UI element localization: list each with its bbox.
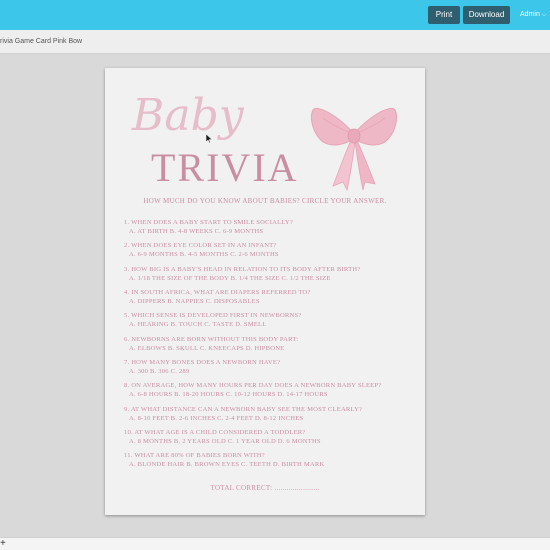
question-options: A. BLONDE HAIR B. BROWN EYES C. TEETH D.…: [129, 461, 325, 468]
question-item: 9. AT WHAT DISTANCE CAN A NEWBORN BABY S…: [124, 405, 362, 423]
document-title: rivia Game Card Pink Bow: [0, 38, 83, 45]
question-text: 5. WHICH SENSE IS DEVELOPED FIRST IN NEW…: [124, 312, 302, 319]
question-options: A. AT BIRTH B. 4-8 WEEKS C. 6-9 MONTHS: [129, 228, 264, 235]
question-item: 11. WHAT ARE 80% OF BABIES BORN WITH? A.…: [124, 451, 324, 469]
question-item: 2. WHEN DOES EYE COLOR SET IN AN INFANT?…: [124, 241, 279, 259]
question-text: 6. NEWBORNS ARE BORN WITHOUT THIS BODY P…: [124, 336, 299, 343]
user-menu[interactable]: Admin ⌵: [520, 6, 546, 24]
question-text: 3. HOW BIG IS A BABY'S HEAD IN RELATION …: [124, 266, 361, 273]
top-toolbar: Print Download Admin ⌵: [0, 0, 550, 30]
print-button[interactable]: Print: [428, 6, 460, 24]
user-menu-label: Admin: [520, 11, 540, 18]
question-text: 9. AT WHAT DISTANCE CAN A NEWBORN BABY S…: [124, 406, 363, 413]
question-text: 1. WHEN DOES A BABY START TO SMILE SOCIA…: [124, 219, 293, 226]
question-options: A. 1/18 THE SIZE OF THE BODY B. 1/4 THE …: [129, 275, 331, 282]
heading-script: Baby: [132, 90, 244, 141]
question-item: 8. ON AVERAGE, HOW MANY HOURS PER DAY DO…: [124, 381, 381, 399]
plus-icon[interactable]: +: [0, 538, 6, 550]
card-subtitle: HOW MUCH DO YOU KNOW ABOUT BABIES? CIRCL…: [143, 197, 387, 205]
question-options: A. 8-10 FEET B. 2-6 INCHES C. 2-4 FEET D…: [129, 415, 304, 422]
question-text: 10. AT WHAT AGE IS A CHILD CONSIDERED A …: [124, 429, 306, 436]
question-options: A. ELBOWS B. SKULL C. KNEECAPS D. HIPBON…: [129, 345, 285, 352]
question-item: 1. WHEN DOES A BABY START TO SMILE SOCIA…: [124, 218, 293, 236]
question-text: 2. WHEN DOES EYE COLOR SET IN AN INFANT?: [124, 242, 277, 249]
question-item: 5. WHICH SENSE IS DEVELOPED FIRST IN NEW…: [124, 311, 301, 329]
heading-main: TRIVIA: [151, 145, 299, 190]
question-item: 7. HOW MANY BONES DOES A NEWBORN HAVE? A…: [124, 358, 280, 376]
question-text: 8. ON AVERAGE, HOW MANY HOURS PER DAY DO…: [124, 382, 382, 389]
question-text: 11. WHAT ARE 80% OF BABIES BORN WITH?: [124, 452, 265, 459]
question-text: 7. HOW MANY BONES DOES A NEWBORN HAVE?: [124, 359, 281, 366]
pink-bow-icon: [310, 108, 398, 191]
question-options: A. HEARING B. TOUCH C. TASTE D. SMELL: [129, 321, 267, 328]
question-options: A. 6-8 HOURS B. 18-20 HOURS C. 10-12 HOU…: [129, 391, 328, 398]
question-item: 3. HOW BIG IS A BABY'S HEAD IN RELATION …: [124, 265, 360, 283]
question-item: 10. AT WHAT AGE IS A CHILD CONSIDERED A …: [124, 428, 321, 446]
question-item: 6. NEWBORNS ARE BORN WITHOUT THIS BODY P…: [124, 335, 298, 353]
pointer-icon: [206, 134, 212, 143]
bottom-bar: +: [0, 537, 550, 550]
question-options: A. 6-9 MONTHS B. 4-5 MONTHS C. 2-6 MONTH…: [129, 251, 279, 258]
question-item: 4. IN SOUTH AFRICA, WHAT ARE DIAPERS REF…: [124, 288, 311, 306]
document-title-bar: rivia Game Card Pink Bow: [0, 30, 550, 54]
question-text: 4. IN SOUTH AFRICA, WHAT ARE DIAPERS REF…: [124, 289, 311, 296]
total-correct-line: TOTAL CORRECT: ......................: [210, 484, 320, 492]
trivia-card: Baby TRIVIA HOW MUCH DO YOU KNOW ABOUT B…: [105, 68, 425, 515]
question-options: A. 300 B. 306 C. 289: [129, 368, 190, 375]
question-options: A. DIPPERS B. NAPPIES C. DISPOSABLES: [129, 298, 260, 305]
question-options: A. 8 MONTHS B. 2 YEARS OLD C. 1 YEAR OLD…: [129, 438, 321, 445]
download-button[interactable]: Download: [463, 6, 510, 24]
chevron-down-icon: ⌵: [541, 12, 547, 18]
